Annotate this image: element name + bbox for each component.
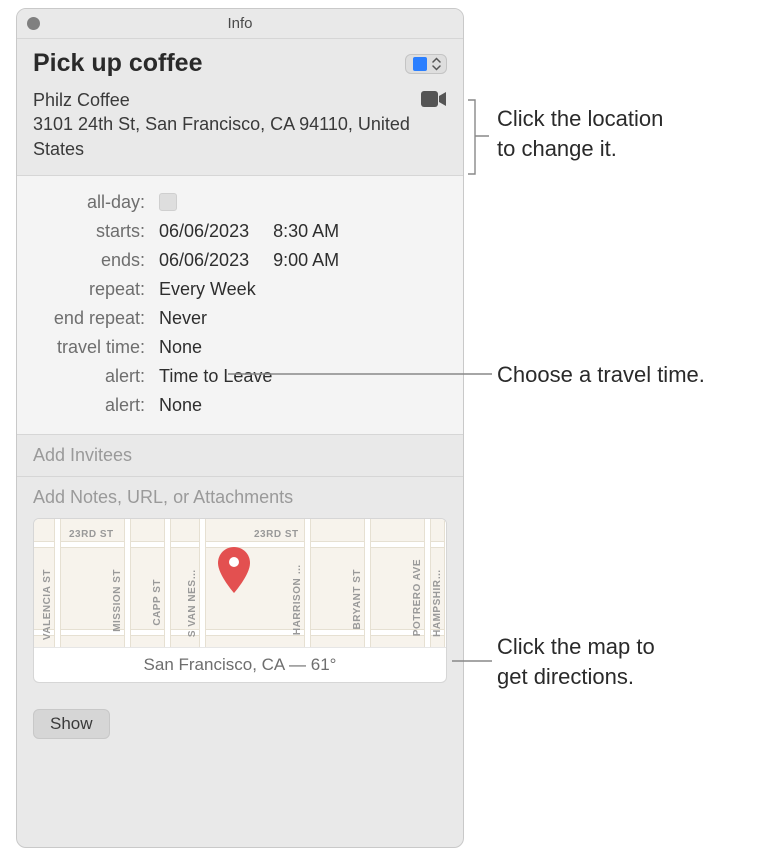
row-alert2: alert: None xyxy=(33,391,447,420)
show-button[interactable]: Show xyxy=(33,709,110,739)
notes-section: Add Notes, URL, or Attachments 23RD ST 2… xyxy=(17,477,463,697)
traveltime-value[interactable]: None xyxy=(159,337,202,358)
footer: Show xyxy=(17,697,463,751)
callout-bracket xyxy=(467,99,491,175)
map-preview[interactable]: 23RD ST 23RD ST VALENCIA ST MISSION ST C… xyxy=(33,518,447,683)
video-call-icon[interactable] xyxy=(421,90,447,108)
callout-location: Click the locationto change it. xyxy=(497,104,663,163)
street-label: CAPP ST xyxy=(152,579,163,626)
calendar-picker[interactable] xyxy=(405,54,447,74)
event-details: all-day: starts: 06/06/2023 8:30 AM ends… xyxy=(17,176,463,435)
map-body[interactable]: 23RD ST 23RD ST VALENCIA ST MISSION ST C… xyxy=(34,519,446,647)
row-ends: ends: 06/06/2023 9:00 AM xyxy=(33,246,447,275)
street-label: S VAN NES… xyxy=(187,569,198,637)
allday-checkbox[interactable] xyxy=(159,193,177,211)
callout-leader xyxy=(452,660,492,662)
street-label: VALENCIA ST xyxy=(42,569,53,640)
alert2-value[interactable]: None xyxy=(159,395,202,416)
ends-time[interactable]: 9:00 AM xyxy=(273,250,339,271)
street-label: POTRERO AVE xyxy=(412,559,423,636)
repeat-value[interactable]: Every Week xyxy=(159,279,256,300)
street-label: 23RD ST xyxy=(254,529,299,540)
street-label: 23RD ST xyxy=(69,529,114,540)
add-notes-field[interactable]: Add Notes, URL, or Attachments xyxy=(33,487,447,508)
ends-date[interactable]: 06/06/2023 xyxy=(159,250,249,271)
street-label: HARRISON … xyxy=(292,564,303,635)
callout-map: Click the map toget directions. xyxy=(497,632,655,691)
callout-travel: Choose a travel time. xyxy=(497,360,705,390)
calendar-color-swatch xyxy=(413,57,427,71)
row-endrepeat: end repeat: Never xyxy=(33,304,447,333)
row-traveltime: travel time: None xyxy=(33,333,447,362)
event-info-window: Info Pick up coffee Philz Coffee3101 24t… xyxy=(16,8,464,848)
map-weather-bar: San Francisco, CA — 61° xyxy=(34,647,446,682)
row-alert1: alert: Time to Leave xyxy=(33,362,447,391)
titlebar: Info xyxy=(17,9,463,39)
callout-leader xyxy=(228,373,492,375)
map-pin-icon xyxy=(218,547,250,593)
row-starts: starts: 06/06/2023 8:30 AM xyxy=(33,217,447,246)
starts-date[interactable]: 06/06/2023 xyxy=(159,221,249,242)
street-label: HAMPSHIR… xyxy=(432,569,443,637)
event-location[interactable]: Philz Coffee3101 24th St, San Francisco,… xyxy=(33,88,411,161)
row-allday: all-day: xyxy=(33,188,447,217)
add-invitees-field[interactable]: Add Invitees xyxy=(17,435,463,477)
event-header: Pick up coffee Philz Coffee3101 24th St,… xyxy=(17,39,463,176)
alert1-value[interactable]: Time to Leave xyxy=(159,366,272,387)
event-title[interactable]: Pick up coffee xyxy=(33,49,203,78)
window-title: Info xyxy=(17,15,463,32)
row-repeat: repeat: Every Week xyxy=(33,275,447,304)
street-label: MISSION ST xyxy=(112,569,123,632)
chevron-updown-icon xyxy=(432,57,441,71)
endrepeat-value[interactable]: Never xyxy=(159,308,207,329)
starts-time[interactable]: 8:30 AM xyxy=(273,221,339,242)
street-label: BRYANT ST xyxy=(352,569,363,629)
